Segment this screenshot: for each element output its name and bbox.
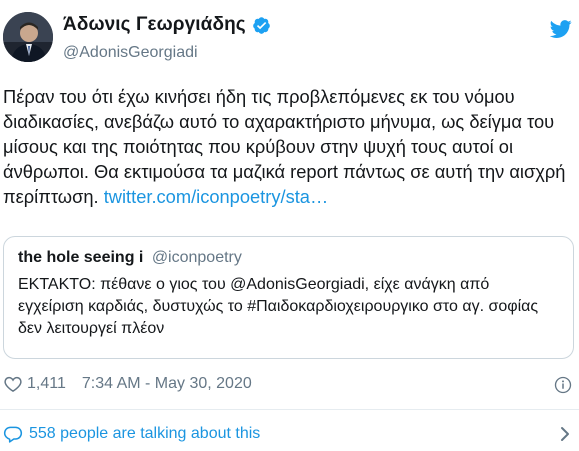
info-icon[interactable]: [554, 376, 572, 394]
verified-badge-icon: [252, 16, 271, 35]
chevron-right-icon[interactable]: [558, 426, 572, 442]
avatar-image: [3, 12, 53, 62]
tweet-header: Άδωνις Γεωργιάδης @AdonisGeorgiadi: [0, 0, 579, 74]
divider: [0, 409, 579, 410]
quoted-tweet-text: ΕΚΤΑΚΤΟ: πέθανε ο γιος του @AdonisGeorgi…: [18, 276, 539, 337]
tweet-timestamp[interactable]: 7:34 AM - May 30, 2020: [82, 375, 252, 393]
quoted-tweet-header: the hole seeing i @iconpoetry: [18, 249, 242, 267]
quoted-tweet[interactable]: the hole seeing i @iconpoetry ΕΚΤΑΚΤΟ: π…: [3, 236, 574, 359]
tweet-embed: Άδωνις Γεωργιάδης @AdonisGeorgiadi Πέραν…: [0, 0, 579, 451]
avatar[interactable]: [3, 12, 53, 62]
conversation-link[interactable]: 558 people are talking about this: [3, 421, 573, 447]
quoted-display-name: the hole seeing i: [18, 249, 144, 266]
like-count[interactable]: 1,411: [27, 375, 66, 393]
author-name-row: Άδωνις Γεωργιάδης: [63, 14, 271, 36]
tweet-text: Πέραν του ότι έχω κινήσει ήδη τις προβλε…: [3, 84, 573, 209]
talking-count-text: 558 people are talking about this: [29, 425, 261, 442]
twitter-bird-icon[interactable]: [549, 18, 572, 40]
tweet-link[interactable]: twitter.com/iconpoetry/sta…: [104, 186, 329, 207]
author-display-name[interactable]: Άδωνις Γεωργιάδης: [63, 14, 246, 36]
speech-bubble-icon: [3, 424, 23, 444]
quoted-handle: @iconpoetry: [151, 249, 242, 266]
author-handle[interactable]: @AdonisGeorgiadi: [63, 44, 198, 62]
tweet-meta-row: 1,411 7:34 AM - May 30, 2020: [3, 371, 252, 397]
heart-icon[interactable]: [3, 374, 23, 394]
